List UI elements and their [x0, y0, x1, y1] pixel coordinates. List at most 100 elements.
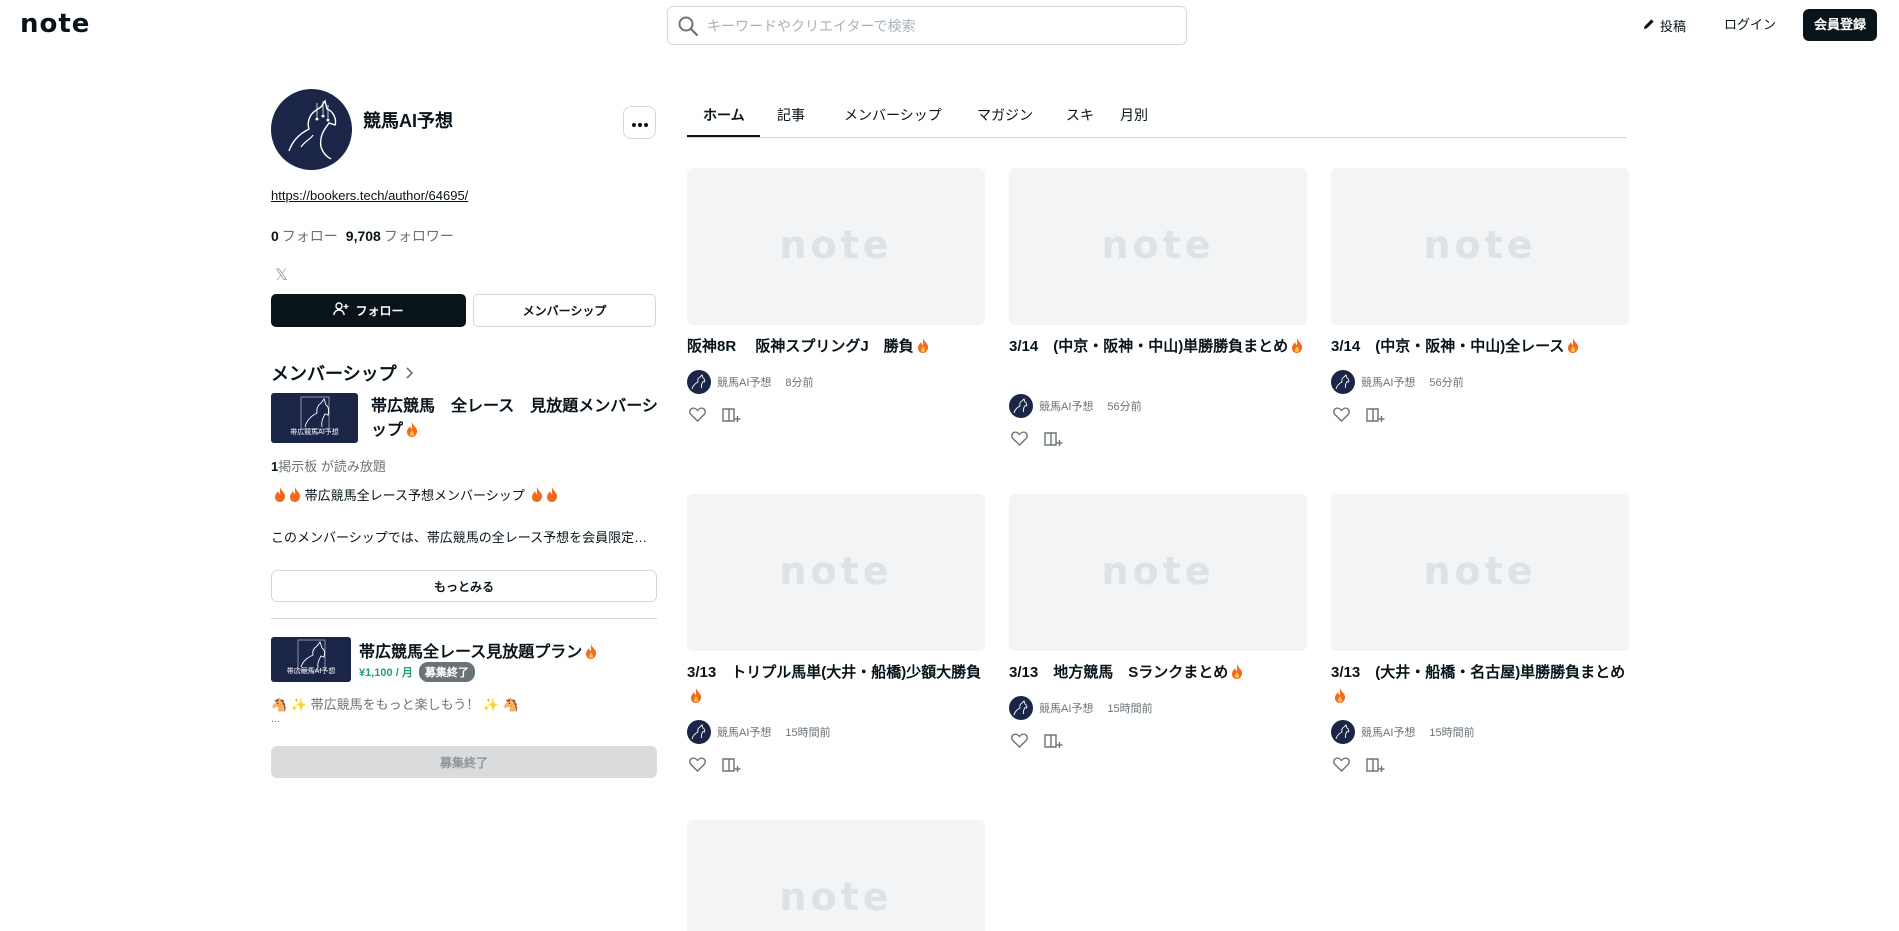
- heart-icon[interactable]: [1011, 733, 1028, 749]
- heart-icon[interactable]: [1333, 757, 1350, 773]
- article-thumbnail[interactable]: note: [1331, 494, 1629, 651]
- membership-heading-label: メンバーシップ: [271, 364, 397, 384]
- author-avatar[interactable]: [1009, 696, 1033, 720]
- search-box[interactable]: [667, 6, 1187, 45]
- plan-price: ¥1,100 / 月 募集終了: [359, 662, 475, 682]
- article-actions: [1011, 733, 1063, 749]
- article-actions: [1011, 431, 1063, 447]
- membership-heading[interactable]: メンバーシップ: [271, 360, 413, 386]
- article-thumbnail[interactable]: note: [687, 494, 985, 651]
- tab-magazine[interactable]: マガジン: [977, 105, 1033, 125]
- more-options-button[interactable]: [623, 106, 656, 139]
- note-placeholder-logo: note: [779, 230, 892, 264]
- author-name[interactable]: 競馬AI予想: [1361, 374, 1415, 390]
- article-thumbnail[interactable]: note: [1009, 168, 1307, 325]
- article-title[interactable]: 阪神8R 阪神スプリングJ 勝負: [687, 335, 985, 361]
- heart-icon[interactable]: [689, 757, 706, 773]
- article-meta: 競馬AI予想 8分前: [687, 370, 814, 394]
- post-button[interactable]: 投稿: [1642, 12, 1686, 38]
- author-name[interactable]: 競馬AI予想: [1039, 700, 1093, 716]
- add-to-magazine-icon[interactable]: [1366, 407, 1385, 423]
- x-twitter-icon[interactable]: 𝕏: [275, 265, 288, 285]
- signup-button[interactable]: 会員登録: [1803, 9, 1877, 41]
- thumb-logo-text: note: [1101, 556, 1214, 590]
- fire-icon: [1334, 687, 1346, 711]
- following-count: 0: [271, 228, 279, 244]
- author-avatar[interactable]: [687, 720, 711, 744]
- add-to-magazine-icon[interactable]: [722, 407, 741, 423]
- published-time: 56分前: [1429, 377, 1464, 389]
- article-title[interactable]: 3/14 (中京・阪神・中山)単勝勝負まとめ: [1009, 335, 1307, 361]
- note-placeholder-logo: note: [779, 882, 888, 916]
- article-thumbnail[interactable]: note: [1331, 168, 1629, 325]
- tab-likes[interactable]: スキ: [1066, 105, 1094, 125]
- search-input[interactable]: [707, 13, 1167, 39]
- post-label: 投稿: [1660, 18, 1687, 34]
- fire-icon: [289, 487, 301, 505]
- header: note 投稿 ログイン 会員登録: [0, 0, 1899, 50]
- note-logo[interactable]: note: [20, 9, 120, 41]
- note-placeholder-logo: note: [1101, 230, 1214, 264]
- plan-title[interactable]: 帯広競馬全レース見放題プラン: [359, 638, 597, 664]
- article-title[interactable]: 3/13 (大井・船橋・名古屋)単勝勝負まとめ: [1331, 661, 1629, 711]
- plan-thumbnail[interactable]: 帯広競馬AI予想: [271, 637, 351, 682]
- follow-stats: 0 フォロー 9,708 フォロワー: [271, 226, 454, 246]
- membership-title[interactable]: 帯広競馬 全レース 見放題メンバーシップ: [371, 395, 659, 445]
- author-avatar[interactable]: [1331, 370, 1355, 394]
- fire-icon: [406, 421, 418, 445]
- article-thumbnail[interactable]: note: [687, 168, 985, 325]
- author-avatar[interactable]: [687, 370, 711, 394]
- article-thumbnail[interactable]: note: [1009, 494, 1307, 651]
- fire-icon: [690, 687, 702, 711]
- recruitment-ended-badge: 募集終了: [418, 662, 475, 682]
- author-avatar[interactable]: [1009, 394, 1033, 418]
- add-to-magazine-icon[interactable]: [1044, 733, 1063, 749]
- thumb-logo-text: note: [779, 230, 892, 264]
- tab-membership[interactable]: メンバーシップ: [844, 105, 942, 125]
- add-to-magazine-icon[interactable]: [1366, 757, 1385, 773]
- profile-external-link[interactable]: https://bookers.tech/author/64695/: [271, 188, 468, 203]
- heart-icon[interactable]: [1011, 431, 1028, 447]
- plan-ellipsis: ...: [271, 713, 281, 725]
- article-title[interactable]: 3/13 地方競馬 Sランクまとめ: [1009, 661, 1307, 687]
- article-meta: 競馬AI予想 15時間前: [687, 720, 831, 744]
- creator-avatar[interactable]: [271, 89, 352, 170]
- published-time: 15時間前: [785, 727, 831, 739]
- article-actions: [689, 757, 741, 773]
- tab-articles[interactable]: 記事: [777, 105, 805, 125]
- thumb-logo-text: note: [1101, 230, 1214, 264]
- published-time: 15時間前: [1429, 727, 1475, 739]
- heart-icon[interactable]: [1333, 407, 1350, 423]
- article-title[interactable]: 3/14 (中京・阪神・中山)全レース: [1331, 335, 1629, 361]
- article-title[interactable]: 3/13 トリプル馬単(大井・船橋)少額大勝負: [687, 661, 985, 711]
- creator-name[interactable]: 競馬AI予想: [363, 107, 453, 133]
- membership-desc1-text: 帯広競馬全レース予想メンバーシップ: [304, 488, 525, 503]
- recruitment-closed-button: 募集終了: [271, 746, 657, 778]
- membership-button[interactable]: メンバーシップ: [473, 294, 656, 327]
- follow-button[interactable]: フォロー: [271, 294, 466, 327]
- tab-monthly[interactable]: 月別: [1120, 105, 1148, 125]
- fire-icon: [274, 487, 286, 505]
- author-name[interactable]: 競馬AI予想: [717, 724, 771, 740]
- author-name[interactable]: 競馬AI予想: [1361, 724, 1415, 740]
- article-thumbnail[interactable]: note: [687, 820, 985, 931]
- published-time: 15時間前: [1107, 703, 1153, 715]
- add-to-magazine-icon[interactable]: [722, 757, 741, 773]
- login-button[interactable]: ログイン: [1724, 12, 1776, 38]
- article-title-text: 3/14 (中京・阪神・中山)全レース: [1331, 338, 1565, 355]
- show-more-button[interactable]: もっとみる: [271, 570, 657, 602]
- plan-price-text: ¥1,100 / 月: [359, 667, 413, 679]
- add-to-magazine-icon[interactable]: [1044, 431, 1063, 447]
- membership-thumbnail[interactable]: 帯広競馬AI予想: [271, 393, 358, 443]
- following-stat[interactable]: 0 フォロー: [271, 226, 338, 246]
- article-meta: 競馬AI予想 15時間前: [1009, 696, 1153, 720]
- pencil-icon: [1642, 17, 1656, 34]
- heart-icon[interactable]: [689, 407, 706, 423]
- fire-icon: [585, 644, 597, 664]
- tab-home[interactable]: ホーム: [703, 105, 745, 125]
- note-placeholder-logo: note: [1101, 556, 1214, 590]
- author-avatar[interactable]: [1331, 720, 1355, 744]
- author-name[interactable]: 競馬AI予想: [717, 374, 771, 390]
- follower-stat[interactable]: 9,708 フォロワー: [346, 226, 454, 246]
- author-name[interactable]: 競馬AI予想: [1039, 398, 1093, 414]
